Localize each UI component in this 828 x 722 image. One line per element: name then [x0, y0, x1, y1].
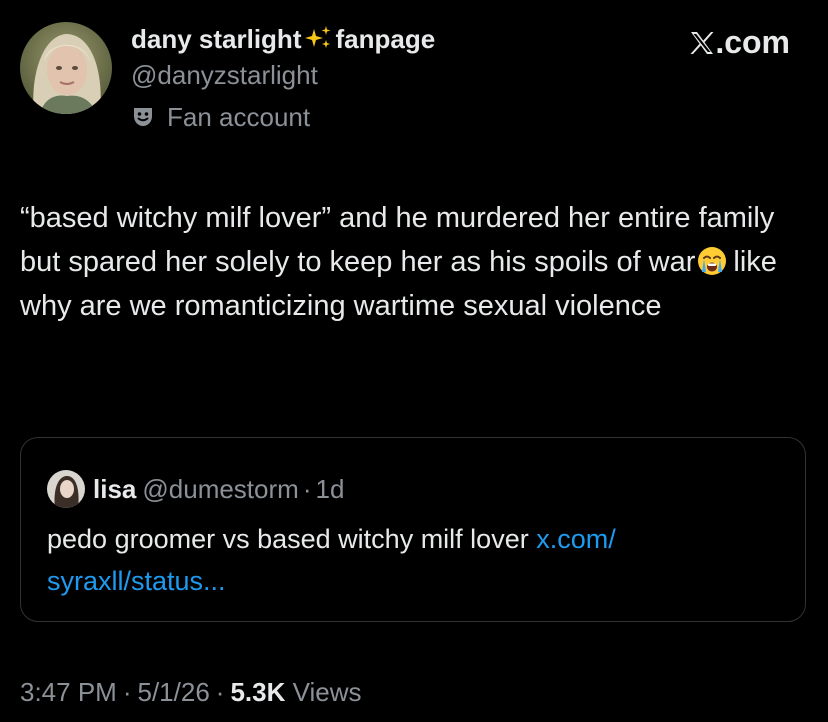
loudly-crying-face-icon [697, 245, 727, 275]
quote-header: lisa @dumestorm · 1d [47, 470, 344, 508]
author-avatar[interactable] [20, 22, 112, 114]
sparkles-icon [303, 25, 333, 51]
quote-separator: · [302, 474, 312, 504]
quote-author-avatar[interactable] [47, 470, 85, 508]
author-handle[interactable]: @danyzstarlight [131, 58, 435, 92]
quoted-tweet-card[interactable]: lisa @dumestorm · 1d pedo groomer vs based … [20, 437, 806, 622]
quote-body: pedo groomer vs based witchy milf lover … [47, 518, 777, 602]
theater-mask-icon [131, 103, 155, 127]
quote-author-name[interactable]: lisa [93, 474, 136, 504]
tweet-time[interactable]: 3:47 PM [20, 677, 117, 707]
views-count[interactable]: 5.3K [230, 677, 285, 707]
quote-timestamp[interactable]: 1d [315, 474, 344, 504]
brand-text: .com [715, 24, 790, 60]
author-name-part2: fanpage [335, 24, 436, 54]
author-display-name[interactable]: dany starlight fanpage [131, 22, 435, 56]
tweet-date[interactable]: 5/1/26 [138, 677, 210, 707]
quote-author-handle[interactable]: @dumestorm [142, 474, 298, 504]
footer-separator: · [215, 677, 225, 707]
quote-text: pedo groomer vs based witchy milf lover [47, 524, 529, 554]
label-text: Fan account [167, 102, 311, 132]
x-brand-watermark: .com [689, 24, 790, 61]
author-name-part1: dany starlight [131, 24, 302, 54]
quote-link-part2: syraxll/status... [47, 566, 226, 596]
quote-link-part1: x.com/ [536, 524, 616, 554]
tweet-body: “based witchy milf lover” and he murdere… [20, 196, 810, 328]
tweet-header: dany starlight fanpage @danyzstarlight F… [20, 22, 808, 132]
author-info: dany starlight fanpage @danyzstarlight F… [131, 22, 435, 134]
footer-separator: · [122, 677, 132, 707]
views-label: Views [292, 677, 362, 707]
tweet-footer: 3:47 PM · 5/1/26 · 5.3K Views [20, 676, 362, 708]
tweet-text-part1: “based witchy milf lover” and he murdere… [20, 202, 775, 278]
x-logo-icon [689, 27, 715, 54]
automated-label: Fan account [131, 100, 435, 134]
